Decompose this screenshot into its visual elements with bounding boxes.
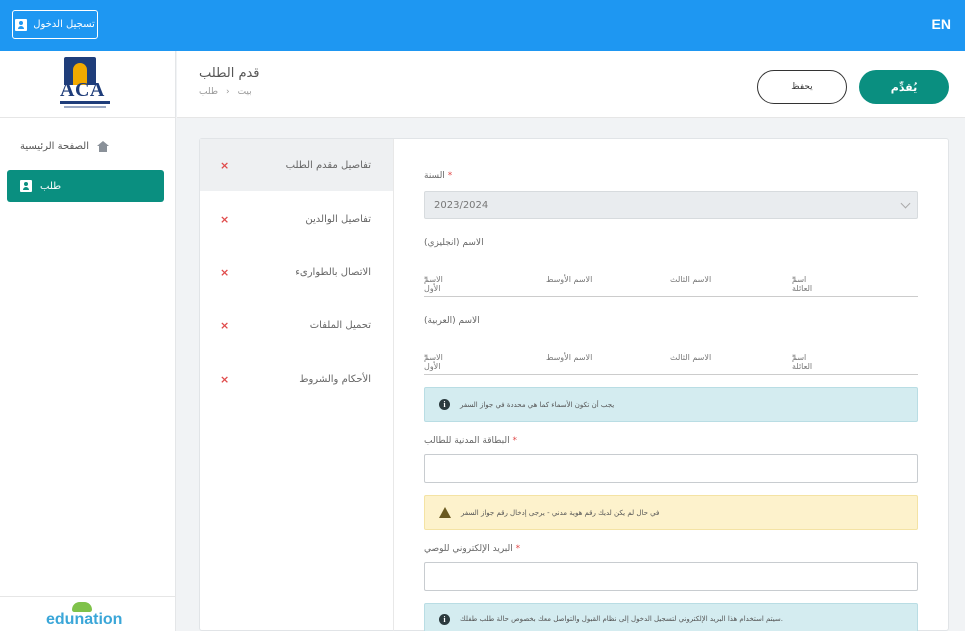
step-label: تفاصيل مقدم الطلب <box>285 159 371 171</box>
login-label: تسجيل الدخول <box>33 19 95 30</box>
year-select[interactable]: 2023/2024 <box>424 191 918 219</box>
year-value: 2023/2024 <box>434 199 489 211</box>
alert-text: سيتم استخدام هذا البريد الإلكتروني لتسجي… <box>460 615 783 623</box>
names-info-alert: i يجب أن تكون الأسماء كما هي محددة في جو… <box>424 387 918 422</box>
name-english-label: الاسم (انجليزي) <box>424 238 484 248</box>
close-icon: × <box>220 372 230 386</box>
edunation-logo: edunation <box>46 611 123 628</box>
breadcrumb: طلب › بيت <box>199 87 252 97</box>
sidebar: ACA الصفحة الرئيسية طلب edunation <box>0 51 176 631</box>
application-form-card: × تفاصيل مقدم الطلب × تفاصيل الوالدين × … <box>199 138 949 631</box>
breadcrumb-item[interactable]: طلب <box>199 87 218 97</box>
step-label: تفاصيل الوالدين <box>305 213 371 225</box>
warning-icon <box>439 507 451 518</box>
page-title: قدم الطلب <box>199 66 260 81</box>
name-arabic-label: الاسم (العربية) <box>424 316 480 326</box>
close-icon: × <box>220 265 230 279</box>
civil-id-input[interactable] <box>424 454 918 483</box>
sidebar-item-label: الصفحة الرئيسية <box>20 140 89 152</box>
language-toggle[interactable]: EN <box>932 16 951 32</box>
middle-name-field[interactable]: الاسم الأوسط <box>546 353 592 362</box>
info-icon: i <box>439 613 450 625</box>
step-label: الاتصال بالطوارىء <box>295 266 371 278</box>
breadcrumb-item[interactable]: بيت <box>238 87 252 97</box>
step-upload-files[interactable]: × تحميل الملفات <box>200 299 393 351</box>
user-icon <box>20 180 32 192</box>
submit-button[interactable]: يُقدِّم <box>859 70 949 104</box>
guardian-email-label: البريد الإلكتروني للوصي * <box>424 544 521 554</box>
step-label: الأحكام والشروط <box>299 373 371 385</box>
alert-text: يجب أن تكون الأسماء كما هي محددة في جواز… <box>460 400 615 409</box>
steps-list: × تفاصيل مقدم الطلب × تفاصيل الوالدين × … <box>200 139 394 631</box>
close-icon: × <box>220 212 230 226</box>
name-arabic-row: الاسم الأول * الاسم الأوسط الاسم الثالث … <box>424 353 918 375</box>
step-parents-details[interactable]: × تفاصيل الوالدين <box>200 193 393 245</box>
email-info-alert: i سيتم استخدام هذا البريد الإلكتروني لتس… <box>424 603 918 631</box>
name-english-row: الاسم الأول * الاسم الأوسط الاسم الثالث … <box>424 275 918 297</box>
chevron-right-icon: › <box>225 87 230 97</box>
user-icon <box>15 18 28 31</box>
close-icon: × <box>220 158 230 172</box>
applicant-form: السنة * 2023/2024 الاسم (انجليزي) الاسم … <box>395 139 949 631</box>
step-terms-conditions[interactable]: × الأحكام والشروط <box>200 353 393 405</box>
civil-id-label: البطاقة المدنية للطالب * <box>424 436 517 446</box>
chevron-down-icon <box>900 198 911 209</box>
sidebar-item-home[interactable]: الصفحة الرئيسية <box>20 137 160 155</box>
sidebar-item-label: طلب <box>40 180 62 192</box>
top-bar: تسجيل الدخول EN <box>0 0 965 51</box>
civil-id-warning-alert: في حال لم يكن لديك رقم هوية مدني - يرجى … <box>424 495 918 530</box>
step-emergency-contact[interactable]: × الاتصال بالطوارىء <box>200 246 393 298</box>
sidebar-item-request[interactable]: طلب <box>7 170 164 202</box>
step-label: تحميل الملفات <box>309 319 371 331</box>
third-name-field[interactable]: الاسم الثالث <box>670 353 711 362</box>
alert-text: في حال لم يكن لديك رقم هوية مدني - يرجى … <box>461 508 660 517</box>
guardian-email-input[interactable] <box>424 562 918 591</box>
academy-logo: ACA <box>60 57 110 109</box>
save-button[interactable]: يحفظ <box>757 70 847 104</box>
middle-name-field[interactable]: الاسم الأوسط <box>546 275 592 284</box>
year-label: السنة * <box>424 171 453 181</box>
step-applicant-details[interactable]: × تفاصيل مقدم الطلب <box>200 139 393 191</box>
page-header: قدم الطلب طلب › بيت يحفظ يُقدِّم <box>177 51 965 118</box>
third-name-field[interactable]: الاسم الثالث <box>670 275 711 284</box>
close-icon: × <box>220 318 230 332</box>
home-icon <box>97 140 109 152</box>
info-icon: i <box>439 399 450 410</box>
login-button[interactable]: تسجيل الدخول <box>12 10 98 39</box>
